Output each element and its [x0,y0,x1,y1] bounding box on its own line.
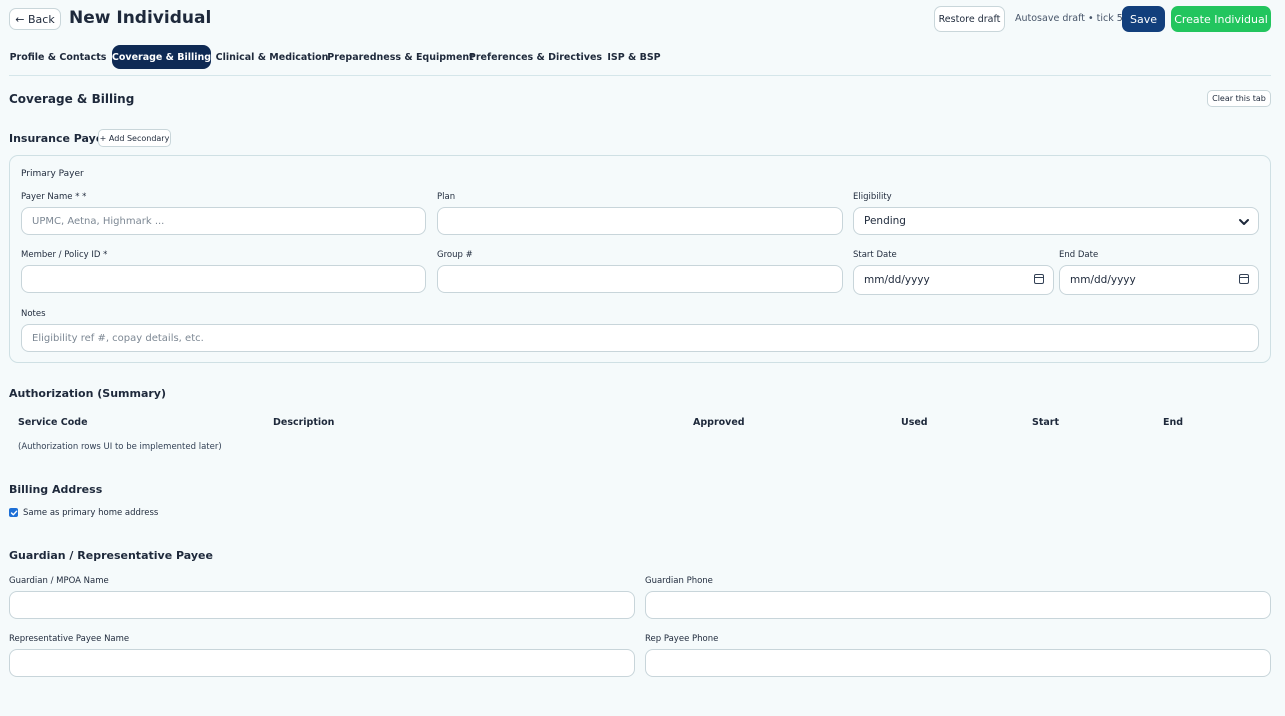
column-header-end: End [1163,417,1184,428]
end-date-label: End Date [1059,250,1099,260]
eligibility-label: Eligibility [853,192,892,202]
plan-label: Plan [437,192,456,202]
member-id-input[interactable] [21,265,426,293]
payer-name-label: Payer Name * * [21,192,87,202]
same-as-home-label[interactable]: Same as primary home address [23,508,158,518]
authorization-empty-note: (Authorization rows UI to be implemented… [18,442,222,452]
guardian-name-input[interactable] [9,591,635,619]
start-date-label: Start Date [853,250,897,260]
restore-draft-button[interactable]: Restore draft [934,6,1005,32]
guardian-phone-input[interactable] [645,591,1271,619]
column-header-approved: Approved [693,417,745,428]
checkmark-icon [10,510,17,515]
guardian-section-title: Guardian / Representative Payee [9,549,213,562]
clear-tab-button[interactable]: Clear this tab [1207,90,1271,107]
tab-preferences-directives[interactable]: Preferences & Directives [469,45,602,69]
back-button[interactable]: ← Back [9,8,61,30]
guardian-name-label: Guardian / MPOA Name [9,576,109,586]
eligibility-select[interactable]: Pending [853,207,1259,235]
rep-payee-name-input[interactable] [9,649,635,677]
tabs-divider [9,75,1271,76]
tab-clinical-medication[interactable]: Clinical & Medication [216,45,329,69]
authorization-title: Authorization (Summary) [9,387,167,400]
group-input[interactable] [437,265,843,293]
calendar-icon[interactable] [1034,274,1044,284]
add-secondary-button[interactable]: + Add Secondary [98,129,171,147]
tab-coverage-billing[interactable]: Coverage & Billing [112,45,211,69]
group-label: Group # [437,250,473,260]
rep-payee-phone-input[interactable] [645,649,1271,677]
rep-payee-phone-label: Rep Payee Phone [645,634,719,644]
start-date-input[interactable]: mm/dd/yyyy [853,265,1054,295]
autosave-status: Autosave draft • tick 55 [1015,13,1129,24]
tab-isp-bsp[interactable]: ISP & BSP [603,45,665,69]
column-header-description: Description [273,417,335,428]
column-header-used: Used [901,417,928,428]
eligibility-value: Pending [864,215,906,227]
end-date-placeholder: mm/dd/yyyy [1070,274,1136,286]
column-header-service-code: Service Code [18,417,88,428]
start-date-placeholder: mm/dd/yyyy [864,274,930,286]
member-id-label: Member / Policy ID * [21,250,108,260]
chevron-down-icon [1239,219,1249,225]
notes-placeholder: Eligibility ref #, copay details, etc. [32,332,204,344]
same-as-home-checkbox[interactable] [9,508,18,517]
create-individual-button[interactable]: Create Individual [1171,6,1271,32]
tab-profile-contacts[interactable]: Profile & Contacts [9,45,107,69]
column-header-start: Start [1032,417,1060,428]
notes-input[interactable]: Eligibility ref #, copay details, etc. [21,324,1259,352]
save-button[interactable]: Save [1122,6,1165,32]
guardian-phone-label: Guardian Phone [645,576,713,586]
tab-preparedness-equipment[interactable]: Preparedness & Equipment [327,45,473,69]
payer-name-input[interactable]: UPMC, Aetna, Highmark ... [21,207,426,235]
plan-input[interactable] [437,207,843,235]
end-date-input[interactable]: mm/dd/yyyy [1059,265,1259,295]
billing-address-title: Billing Address [9,483,103,496]
rep-payee-name-label: Representative Payee Name [9,634,130,644]
section-title: Coverage & Billing [9,92,135,106]
calendar-icon[interactable] [1239,274,1249,284]
primary-payer-title: Primary Payer [21,169,84,179]
notes-label: Notes [21,309,46,319]
page-title: New Individual [69,8,212,28]
payer-name-placeholder: UPMC, Aetna, Highmark ... [32,215,165,227]
